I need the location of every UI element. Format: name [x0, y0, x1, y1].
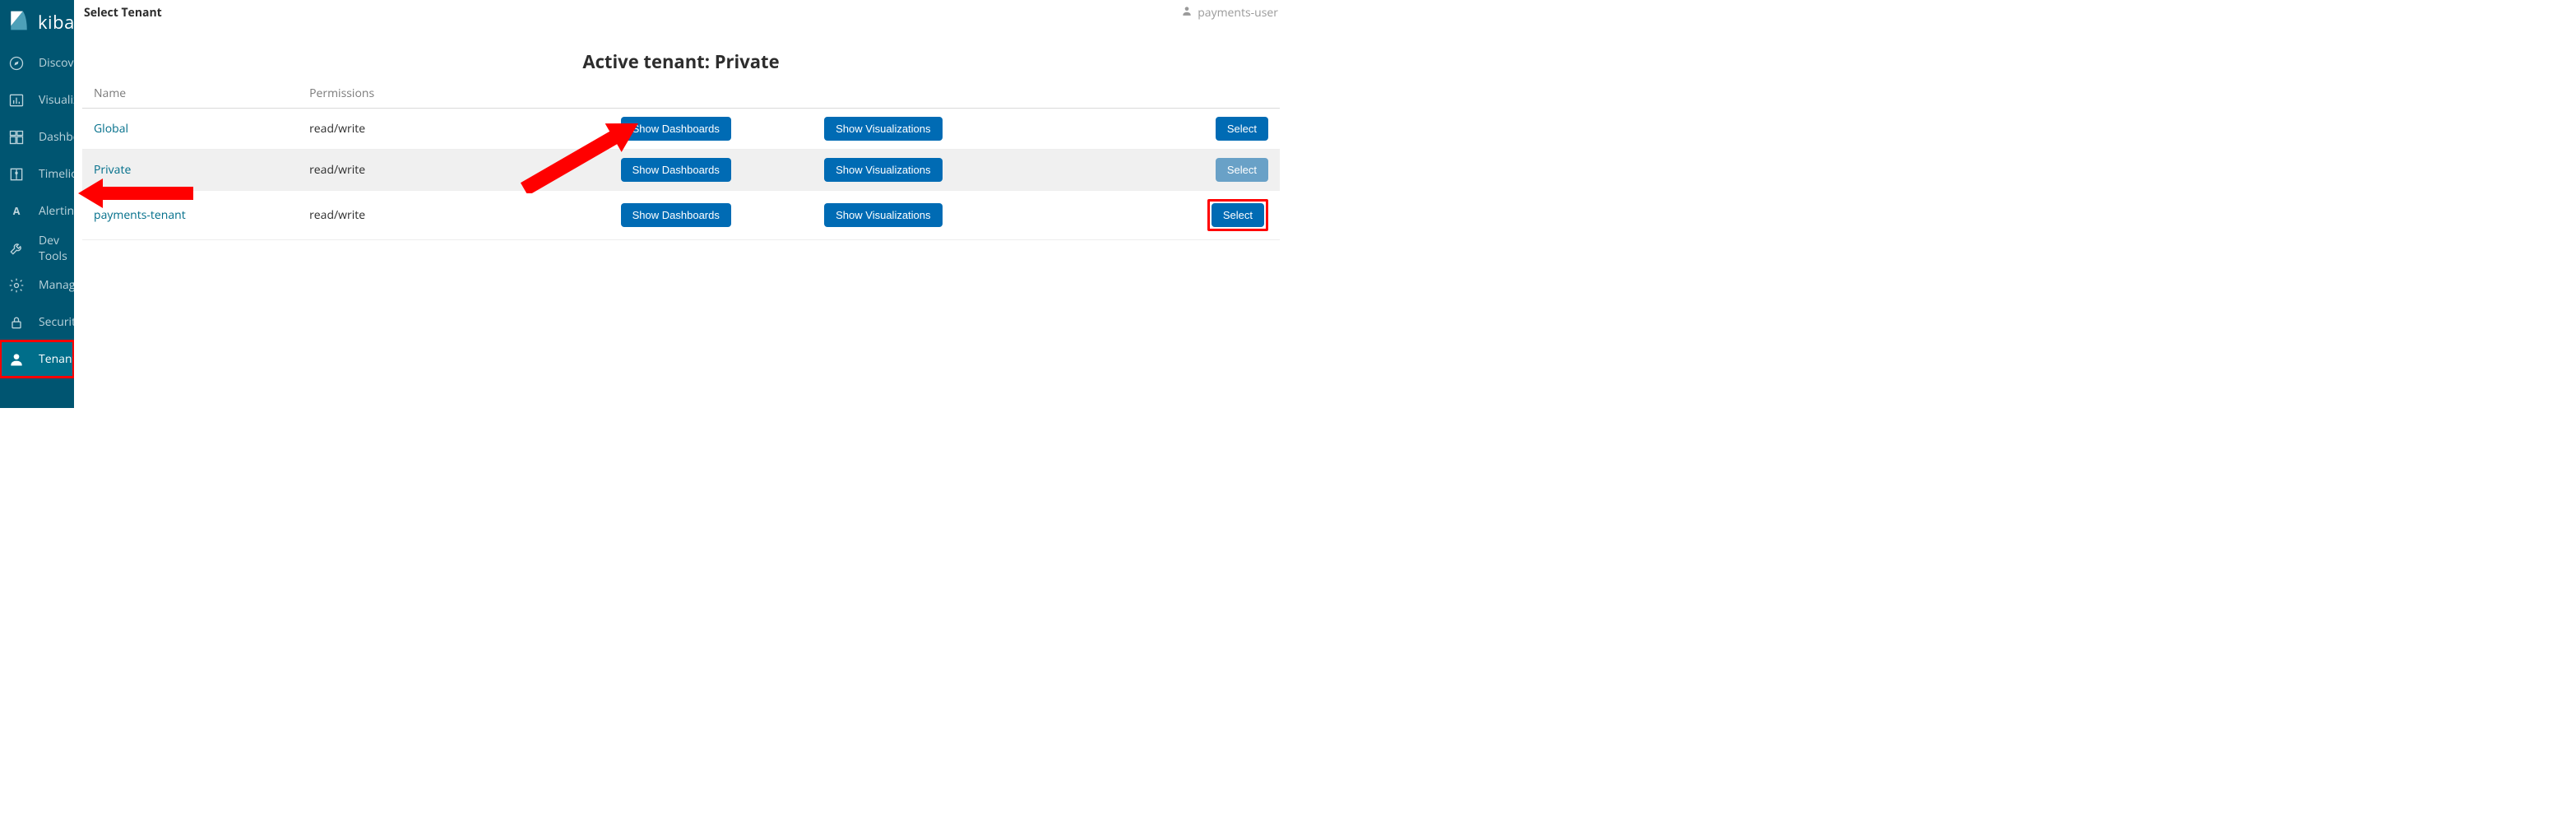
- lock-icon: [8, 314, 25, 331]
- main: Select Tenant payments-user Active tenan…: [74, 0, 1288, 408]
- tenant-table: Name Permissions Global read/write Show …: [82, 79, 1280, 240]
- brand-row: kibana: [0, 0, 74, 44]
- sidebar-item-tenants[interactable]: Tenants: [0, 341, 74, 378]
- topbar-user[interactable]: payments-user: [1181, 5, 1278, 21]
- table-row: Global read/write Show Dashboards Show V…: [82, 109, 1280, 150]
- show-dashboards-button[interactable]: Show Dashboards: [621, 117, 731, 141]
- content: Active tenant: Private Name Permissions …: [74, 25, 1288, 248]
- show-dashboards-button[interactable]: Show Dashboards: [621, 203, 731, 227]
- tenant-name-link[interactable]: payments-tenant: [94, 207, 186, 223]
- show-visualizations-button[interactable]: Show Visualizations: [824, 117, 942, 141]
- sidebar-item-management[interactable]: Management: [0, 267, 74, 304]
- sidebar-item-timelion[interactable]: Timelion: [0, 155, 74, 192]
- timelion-icon: [8, 166, 25, 183]
- col-header-permissions: Permissions: [298, 79, 609, 109]
- tenant-permissions: read/write: [309, 162, 365, 178]
- show-visualizations-button[interactable]: Show Visualizations: [824, 158, 942, 182]
- wrench-icon: [8, 240, 25, 257]
- select-button[interactable]: Select: [1212, 203, 1264, 227]
- tenant-permissions: read/write: [309, 121, 365, 137]
- kibana-logo-icon: [8, 10, 30, 35]
- show-dashboards-button[interactable]: Show Dashboards: [621, 158, 731, 182]
- sidebar-nav: Discover Visualize Dashboard Timelion A …: [0, 44, 74, 378]
- sidebar-item-security[interactable]: Security: [0, 304, 74, 341]
- sidebar-item-dashboard[interactable]: Dashboard: [0, 118, 74, 155]
- show-visualizations-button[interactable]: Show Visualizations: [824, 203, 942, 227]
- sidebar-item-discover[interactable]: Discover: [0, 44, 74, 81]
- sidebar-item-dev-tools[interactable]: Dev Tools: [0, 230, 74, 267]
- tenant-permissions: read/write: [309, 207, 365, 223]
- gear-icon: [8, 277, 25, 294]
- dashboard-icon: [8, 129, 25, 146]
- table-row: payments-tenant read/write Show Dashboar…: [82, 191, 1280, 240]
- table-row: Private read/write Show Dashboards Show …: [82, 150, 1280, 191]
- sidebar-item-visualize[interactable]: Visualize: [0, 81, 74, 118]
- tenant-name-link[interactable]: Global: [94, 121, 128, 137]
- col-header-name: Name: [82, 79, 298, 109]
- select-button[interactable]: Select: [1216, 117, 1268, 141]
- user-name: payments-user: [1198, 5, 1278, 21]
- select-button: Select: [1216, 158, 1268, 182]
- user-icon: [1181, 5, 1193, 21]
- topbar: Select Tenant payments-user: [74, 0, 1288, 25]
- active-tenant-heading: Active tenant: Private: [82, 49, 1280, 74]
- user-icon: [8, 351, 25, 368]
- page-title: Select Tenant: [84, 5, 162, 21]
- sidebar: kibana Discover Visualize Dashboard Time…: [0, 0, 74, 408]
- sidebar-item-label: Dev Tools: [39, 233, 74, 264]
- tenant-name-link[interactable]: Private: [94, 162, 131, 178]
- compass-icon: [8, 55, 25, 72]
- sidebar-item-alerting[interactable]: A Alerting: [0, 192, 74, 230]
- barchart-icon: [8, 92, 25, 109]
- letter-a-icon: A: [8, 203, 25, 220]
- svg-text:A: A: [13, 204, 21, 218]
